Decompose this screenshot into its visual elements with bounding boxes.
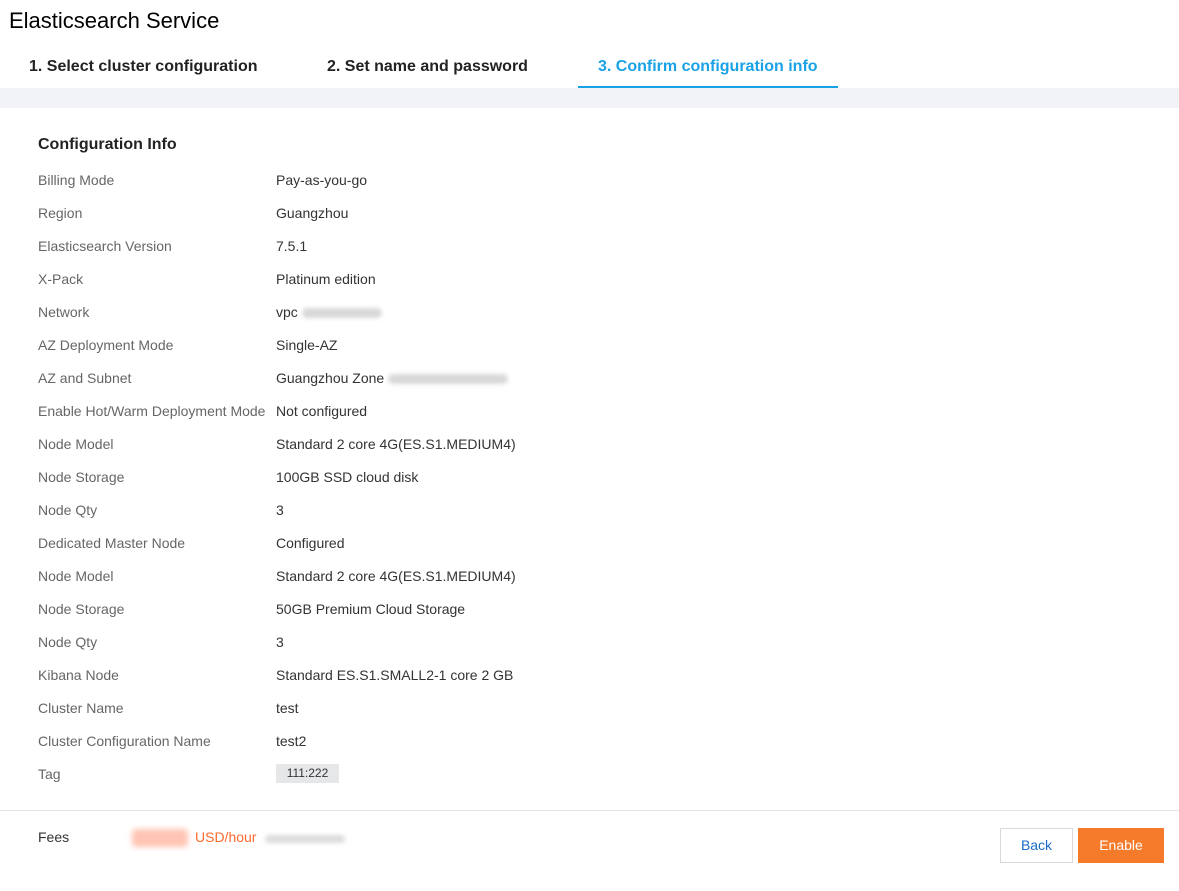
footer-bar: Fees USD/hour Back Enable [0, 810, 1179, 891]
section-divider [0, 88, 1179, 108]
info-value: Not configured [276, 401, 367, 421]
info-label: Elasticsearch Version [38, 238, 172, 254]
step-tabs: 1. Select cluster configuration 2. Set n… [0, 50, 1179, 88]
info-row: X-Pack Platinum edition [38, 269, 938, 289]
info-row: Node Qty 3 [38, 632, 938, 652]
step-select-cluster-configuration[interactable]: 1. Select cluster configuration [29, 50, 258, 88]
info-label: Node Storage [38, 469, 125, 485]
info-row: Node Model Standard 2 core 4G(ES.S1.MEDIU… [38, 434, 938, 454]
info-row: Elasticsearch Version 7.5.1 [38, 236, 938, 256]
info-value: test [276, 698, 299, 718]
info-label: Tag [38, 766, 61, 782]
info-label: X-Pack [38, 271, 84, 287]
info-value-text: Standard 2 core 4G(ES.S1.MEDIUM4) [276, 568, 516, 584]
info-label: Kibana Node [38, 667, 119, 683]
info-label: Node Qty [38, 634, 98, 650]
info-row: Dedicated Master Node Configured [38, 533, 938, 553]
info-row: Cluster Name test [38, 698, 938, 718]
info-value-text: Configured [276, 535, 345, 551]
info-value-text: Guangzhou Zone [276, 370, 385, 386]
info-value-text: Standard ES.S1.SMALL2-1 core 2 GB [276, 667, 514, 683]
info-value-text: test [276, 700, 299, 716]
step-confirm-configuration-info[interactable]: 3. Confirm configuration info [578, 50, 838, 88]
tag-badge: 111:222 [276, 764, 339, 783]
info-value-text: Platinum edition [276, 271, 376, 287]
info-row-tag: Tag 111:222 [38, 764, 938, 784]
info-value-text: Guangzhou [276, 205, 349, 221]
info-value-text: test2 [276, 733, 307, 749]
info-row: Region Guangzhou [38, 203, 938, 223]
info-value-text: Standard 2 core 4G(ES.S1.MEDIUM4) [276, 436, 516, 452]
page-title: Elasticsearch Service [9, 8, 220, 33]
info-value: vpc [276, 302, 382, 322]
info-row: Node Qty 3 [38, 500, 938, 520]
info-row: Cluster Configuration Name test2 [38, 731, 938, 751]
info-value: 7.5.1 [276, 236, 307, 256]
info-value-text: 3 [276, 502, 284, 518]
fees-label: Fees [38, 829, 70, 845]
info-label: Billing Mode [38, 172, 115, 188]
configuration-info-title: Configuration Info [38, 136, 177, 153]
info-value-text: 100GB SSD cloud disk [276, 469, 419, 485]
info-value-text: vpc [276, 304, 298, 320]
info-label: AZ Deployment Mode [38, 337, 174, 353]
info-value: test2 [276, 731, 306, 751]
info-value: Guangzhou [276, 203, 348, 223]
info-value-text: Single-AZ [276, 337, 338, 353]
info-value: 3 [276, 500, 284, 520]
info-value: 50GB Premium Cloud Storage [276, 599, 465, 619]
info-value-text: Not configured [276, 403, 368, 419]
fee-amount-redacted [132, 829, 188, 847]
info-value: Standard ES.S1.SMALL2-1 core 2 GB [276, 665, 513, 685]
info-value: 100GB SSD cloud disk [276, 467, 418, 487]
enable-button[interactable]: Enable [1078, 828, 1164, 863]
info-value: 3 [276, 632, 284, 652]
step-set-name-and-password[interactable]: 2. Set name and password [327, 50, 528, 88]
fee-unit: USD/hour [195, 829, 257, 845]
info-label: Node Model [38, 436, 114, 452]
info-label: Node Qty [38, 502, 98, 518]
info-label: Cluster Name [38, 700, 124, 716]
info-value: Single-AZ [276, 335, 337, 355]
info-row: AZ Deployment Mode Single-AZ [38, 335, 938, 355]
redacted-value [301, 308, 382, 319]
info-row: Node Model Standard 2 core 4G(ES.S1.MEDIU… [38, 566, 938, 586]
info-row: Billing Mode Pay-as-you-go [38, 170, 938, 190]
info-row: Node Storage 100GB SSD cloud disk [38, 467, 938, 487]
info-value: Pay-as-you-go [276, 170, 367, 190]
info-label: Enable Hot/Warm Deployment Mode [38, 403, 266, 419]
back-button[interactable]: Back [1000, 828, 1073, 863]
info-label: Node Storage [38, 601, 125, 617]
info-row: Enable Hot/Warm Deployment Mode Not confi… [38, 401, 938, 421]
info-value-text: 50GB Premium Cloud Storage [276, 601, 466, 617]
info-value-text: Pay-as-you-go [276, 172, 368, 188]
info-label: Cluster Configuration Name [38, 733, 211, 749]
info-value-text: 3 [276, 634, 284, 650]
info-label: Dedicated Master Node [38, 535, 186, 551]
info-row: AZ and Subnet Guangzhou Zone [38, 368, 938, 388]
info-value: Configured [276, 533, 345, 553]
info-label: Node Model [38, 568, 114, 584]
info-value: Standard 2 core 4G(ES.S1.MEDIUM4) [276, 434, 516, 454]
info-value: Standard 2 core 4G(ES.S1.MEDIUM4) [276, 566, 516, 586]
info-value: Platinum edition [276, 269, 376, 289]
fee-extra-redacted [265, 835, 345, 843]
info-value: Guangzhou Zone [276, 368, 509, 388]
info-row: Kibana Node Standard ES.S1.SMALL2-1 core … [38, 665, 938, 685]
info-label: AZ and Subnet [38, 370, 132, 386]
info-row: Network vpc [38, 302, 938, 322]
info-row: Node Storage 50GB Premium Cloud Storage [38, 599, 938, 619]
info-label: Region [38, 205, 83, 221]
redacted-value [388, 374, 509, 385]
info-label: Network [38, 304, 90, 320]
info-value-text: 7.5.1 [276, 238, 308, 254]
